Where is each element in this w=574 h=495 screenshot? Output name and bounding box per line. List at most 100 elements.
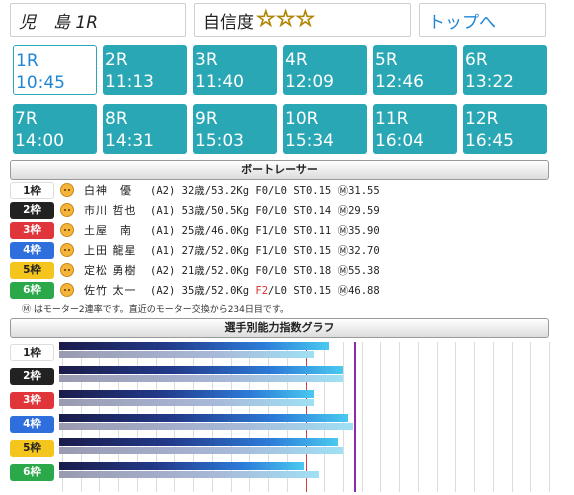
racer-stats: (A1) 53歳/50.5Kg F0/L0 ST0.14 Ⓜ29.59 [150,203,380,218]
age-suffix: 歳 [194,284,205,297]
racer-f-count: F1 [255,244,269,257]
race-button-1r[interactable]: 1R 10:45 [13,45,97,95]
racer-face-icon [60,203,74,217]
racer-l-count: /L0 [268,204,287,217]
racer-l-count: /L0 [268,244,287,257]
racer-age: 27 [181,244,195,257]
ability-bar [59,342,329,350]
graph-section-header: 選手別能力指数グラフ [10,318,549,338]
race-time: 14:00 [15,131,64,151]
racer-st: ST0.14 [293,204,332,217]
racer-class: (A2) [150,184,176,197]
racer-weight: /53.2Kg [204,184,250,197]
race-number: 3R [195,50,218,70]
race-button-3r[interactable]: 3R 11:40 [193,45,277,95]
racer-name[interactable]: 土屋 南 [84,222,150,238]
grid-line [549,342,550,492]
waku-badge: 3枠 [10,221,54,239]
ability-bar [59,366,343,374]
graph-row: 2枠 [10,366,549,386]
racer-class: (A1) [150,204,176,217]
racer-name[interactable]: 佐竹 太一 [84,282,150,298]
racer-weight: /52.0Kg [204,284,250,297]
racer-row: 3枠 土屋 南 (A1) 25歳/46.0Kg F1/L0 ST0.11 Ⓜ35.9… [10,220,549,240]
waku-badge: 4枠 [10,241,54,259]
star-icon: ☆ [256,7,277,32]
racer-name[interactable]: 定松 勇樹 [84,262,150,278]
race-number: 7R [15,109,38,129]
racer-st: ST0.11 [293,224,332,237]
ability-sub-bar [59,399,314,406]
graph-row: 5枠 [10,438,549,458]
race-number: 12R [465,109,499,129]
venue-race-label: 児 島 1R [19,12,99,33]
racer-age: 21 [181,264,195,277]
ability-bar [59,414,348,422]
race-button-2r[interactable]: 2R 11:13 [103,45,187,95]
motor-note: Ⓜ はモーター2連率です。直近のモーター交換から234日目です。 [22,305,289,315]
racer-f-count: F0 [255,184,269,197]
racer-st: ST0.15 [293,244,332,257]
race-button-4r[interactable]: 4R 12:09 [283,45,367,95]
racer-f-count: F0 [255,204,269,217]
ability-sub-bar [59,351,314,358]
race-button-10r[interactable]: 10R 15:34 [283,104,367,154]
race-button-12r[interactable]: 12R 16:45 [463,104,547,154]
racer-l-count: /L0 [268,224,287,237]
racer-face-icon [60,283,74,297]
race-button-7r[interactable]: 7R 14:00 [13,104,97,154]
race-number: 10R [285,109,319,129]
race-number: 6R [465,50,488,70]
waku-badge: 1枠 [10,181,54,199]
star-icon: ☆ [295,7,316,32]
racer-st: ST0.18 [293,264,332,277]
racer-face-icon [60,263,74,277]
racer-f-count: F2 [255,284,269,297]
racer-name[interactable]: 白神 優 [84,182,150,198]
graph-row: 1枠 [10,342,549,362]
race-button-9r[interactable]: 9R 15:03 [193,104,277,154]
race-button-8r[interactable]: 8R 14:31 [103,104,187,154]
race-time: 15:34 [285,131,334,151]
home-link[interactable]: トップへ [419,3,546,37]
racer-age: 32 [181,184,195,197]
race-time: 16:04 [375,131,424,151]
race-button-6r[interactable]: 6R 13:22 [463,45,547,95]
waku-badge: 3枠 [10,392,54,409]
racer-class: (A2) [150,264,176,277]
racer-name[interactable]: 市川 哲也 [84,202,150,218]
race-number: 9R [195,109,218,129]
racer-l-count: /L0 [268,264,287,277]
racer-weight: /52.0Kg [204,264,250,277]
racer-age: 25 [181,224,195,237]
race-button-5r[interactable]: 5R 12:46 [373,45,457,95]
race-time: 14:31 [105,131,154,151]
racer-name[interactable]: 上田 龍星 [84,242,150,258]
race-time: 10:45 [16,73,65,93]
race-time: 11:13 [105,72,154,92]
race-time: 12:09 [285,72,334,92]
racer-stats: (A2) 35歳/52.0Kg F2/L0 ST0.15 Ⓜ46.88 [150,283,380,298]
race-time: 16:45 [465,131,514,151]
waku-badge: 1枠 [10,344,54,361]
race-time: 15:03 [195,131,244,151]
race-button-11r[interactable]: 11R 16:04 [373,104,457,154]
graph-row: 6枠 [10,462,549,482]
age-suffix: 歳 [194,224,205,237]
race-time: 13:22 [465,72,514,92]
race-number: 4R [285,50,308,70]
racer-face-icon [60,223,74,237]
race-number: 2R [105,50,128,70]
racer-row: 4枠 上田 龍星 (A1) 27歳/52.0Kg F1/L0 ST0.15 Ⓜ32.… [10,240,549,260]
racer-row: 1枠 白神 優 (A2) 32歳/53.2Kg F0/L0 ST0.15 Ⓜ31.5… [10,180,549,200]
racer-class: (A1) [150,244,176,257]
racer-stats: (A1) 27歳/52.0Kg F1/L0 ST0.15 Ⓜ32.70 [150,243,380,258]
racer-row: 6枠 佐竹 太一 (A2) 35歳/52.0Kg F2/L0 ST0.15 Ⓜ46.… [10,280,549,300]
racer-l-count: /L0 [268,284,287,297]
racer-row: 5枠 定松 勇樹 (A2) 21歳/52.0Kg F0/L0 ST0.18 Ⓜ55.… [10,260,549,280]
racer-weight: /46.0Kg [204,224,250,237]
race-time: 11:40 [195,72,244,92]
ability-bar [59,390,314,398]
racers-section-header: ボートレーサー [10,160,549,180]
racer-motor-rate: Ⓜ29.59 [337,204,380,217]
